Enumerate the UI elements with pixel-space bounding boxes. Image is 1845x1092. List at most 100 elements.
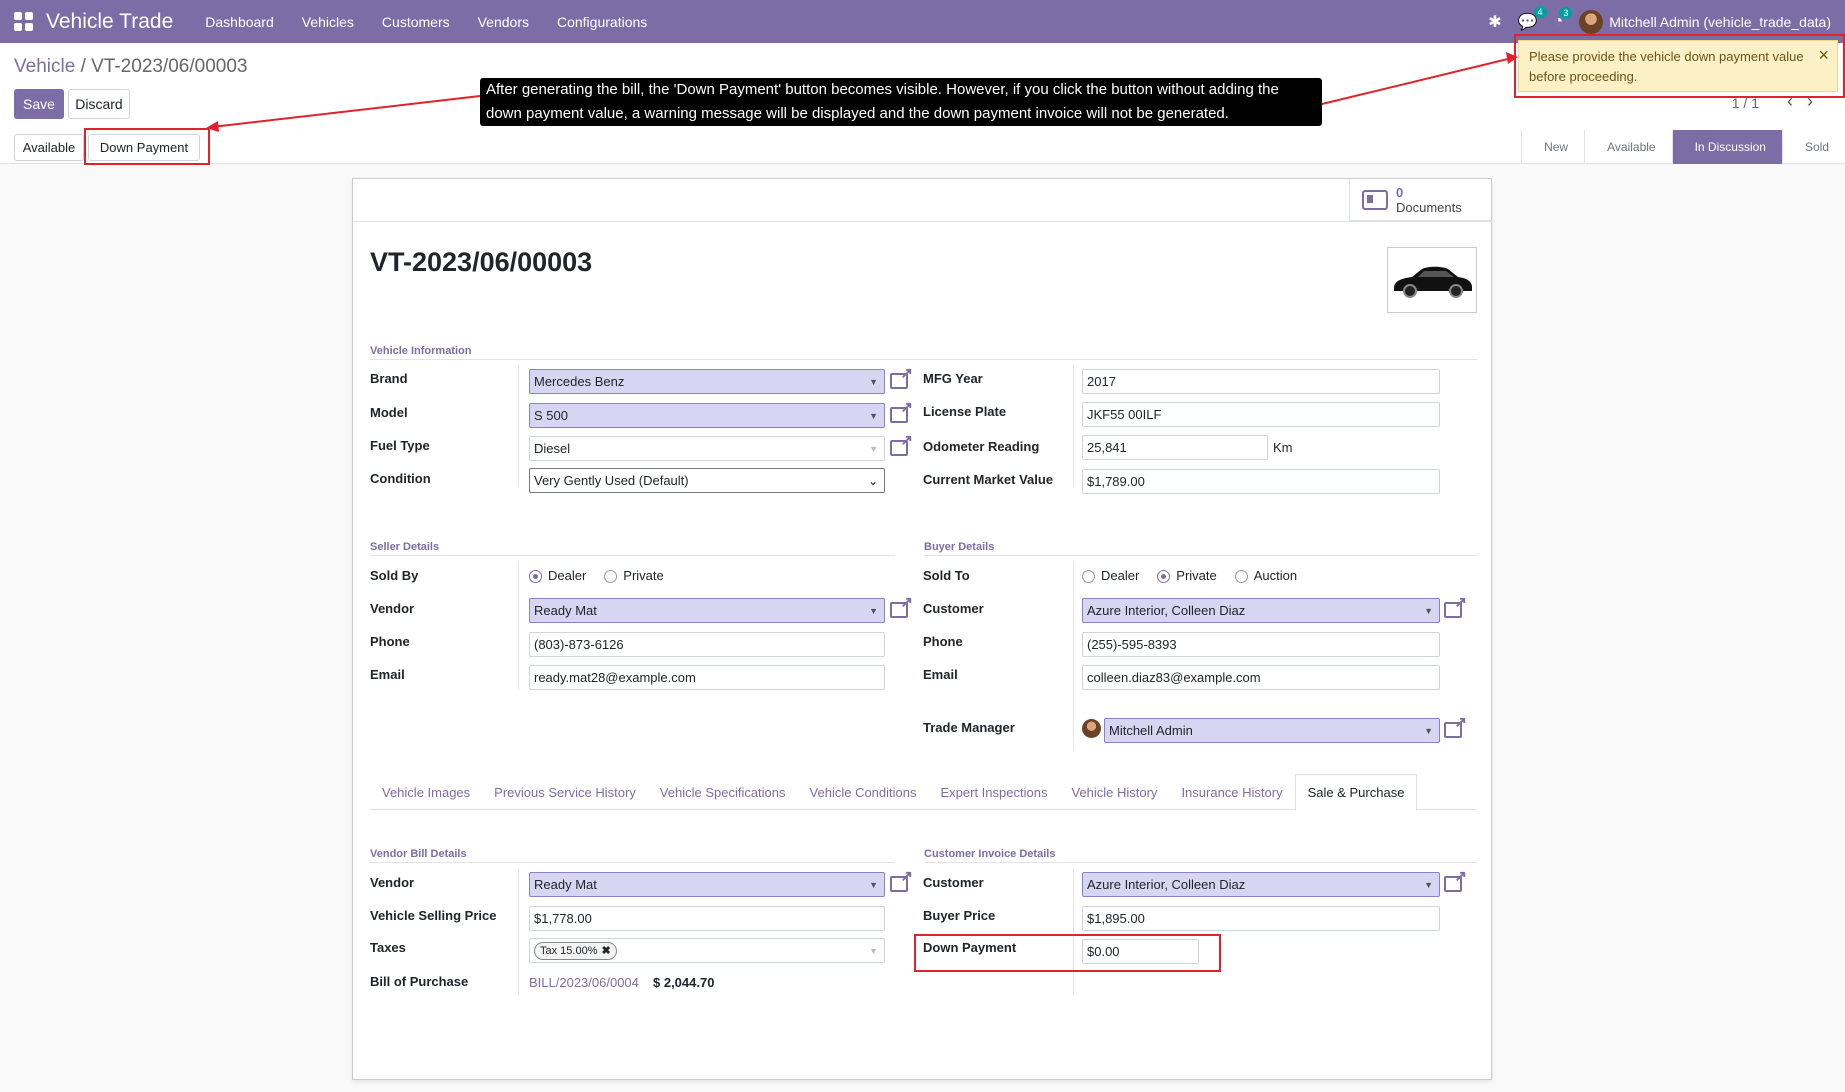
caret-down-icon: ▼ [869, 443, 878, 454]
buyer-details-title: Buyer Details [924, 541, 995, 553]
radio-dealer[interactable]: Dealer [1082, 568, 1140, 584]
menu-dashboard[interactable]: Dashboard [205, 14, 274, 30]
caret-down-icon: ▼ [869, 945, 878, 956]
radio-private-label: Private [623, 568, 664, 583]
annotation-tooltip: After generating the bill, the 'Down Pay… [480, 78, 1322, 126]
trade-manager-field[interactable]: Mitchell Admin ▼ [1104, 718, 1440, 743]
model-field[interactable]: S 500 ▼ [529, 403, 885, 428]
external-link-icon[interactable] [1444, 867, 1467, 892]
bill-of-purchase-label: Bill of Purchase [370, 974, 469, 989]
bill-vendor-field[interactable]: Ready Mat ▼ [529, 872, 885, 897]
tab-sale-purchase[interactable]: Sale & Purchase [1294, 774, 1418, 811]
documents-count: 0 [1396, 184, 1404, 200]
stage-available[interactable]: Available [1584, 130, 1671, 164]
buyer-customer-field[interactable]: Azure Interior, Colleen Diaz ▼ [1082, 598, 1440, 623]
brand-field[interactable]: Mercedes Benz ▼ [529, 369, 885, 394]
menu-vehicles[interactable]: Vehicles [302, 14, 354, 30]
stage-in-discussion[interactable]: In Discussion [1671, 130, 1782, 164]
license-plate-label: License Plate [923, 404, 1007, 419]
documents-smart-button[interactable]: 0 Documents [1349, 179, 1491, 221]
menu-vendors[interactable]: Vendors [478, 14, 529, 30]
divider [1073, 561, 1074, 751]
vehicle-info-title: Vehicle Information [370, 345, 472, 357]
radio-dealer[interactable]: Dealer [529, 568, 586, 584]
breadcrumb-parent[interactable]: Vehicle [14, 56, 75, 77]
stage-sold[interactable]: Sold [1781, 130, 1845, 164]
sold-to-radio-group: Dealer Private Auction [1082, 568, 1297, 584]
bug-icon[interactable]: ✱ [1488, 12, 1501, 32]
fuel-type-field[interactable]: Diesel ▼ [529, 436, 885, 461]
license-plate-field[interactable]: JKF55 00ILF [1082, 402, 1440, 427]
caret-down-icon: ▼ [869, 376, 878, 387]
tab-insurance-history[interactable]: Insurance History [1169, 774, 1294, 810]
buyer-customer-value: Azure Interior, Colleen Diaz [1087, 603, 1246, 618]
tax-tag: Tax 15.00% ✖ [534, 941, 617, 960]
radio-private[interactable]: Private [604, 568, 664, 584]
radio-private[interactable]: Private [1157, 568, 1217, 584]
apps-menu-icon[interactable] [14, 11, 34, 32]
close-icon[interactable]: ✖ [601, 944, 610, 957]
radio-dealer-label: Dealer [1101, 568, 1140, 583]
buyer-customer-label: Customer [923, 601, 984, 616]
fuel-type-label: Fuel Type [370, 438, 430, 453]
manager-avatar [1082, 719, 1101, 738]
divider [518, 869, 519, 995]
invoice-customer-field[interactable]: Azure Interior, Colleen Diaz ▼ [1082, 872, 1440, 897]
radio-auction[interactable]: Auction [1234, 568, 1297, 584]
save-button[interactable]: Save [14, 89, 64, 119]
caret-down-icon: ▼ [869, 605, 878, 616]
caret-down-icon: ▼ [869, 879, 878, 890]
caret-down-icon: ▼ [869, 410, 878, 421]
external-link-icon[interactable] [890, 867, 913, 892]
market-value-field[interactable]: $1,789.00 [1082, 469, 1440, 494]
external-link-icon[interactable] [890, 398, 913, 423]
chat-count-badge: 4 [1533, 5, 1547, 18]
breadcrumb: Vehicle / VT-2023/06/00003 [14, 56, 247, 78]
chat-icon[interactable]: 💬 4 [1518, 5, 1547, 32]
external-link-icon[interactable] [890, 431, 913, 456]
external-link-icon[interactable] [890, 364, 913, 389]
buyer-phone-field[interactable]: (255)-595-8393 [1082, 632, 1440, 657]
sold-by-label: Sold By [370, 568, 419, 583]
taxes-field[interactable]: Tax 15.00% ✖ ▼ [529, 938, 885, 963]
discard-button[interactable]: Discard [68, 89, 130, 119]
tab-vehicle-specifications[interactable]: Vehicle Specifications [648, 774, 798, 810]
selling-price-field[interactable]: $1,778.00 [529, 906, 885, 931]
available-button[interactable]: Available [14, 134, 84, 161]
brand-value: Mercedes Benz [534, 374, 625, 389]
mfg-year-field[interactable]: 2017 [1082, 369, 1440, 394]
external-link-icon[interactable] [890, 593, 913, 618]
seller-vendor-field[interactable]: Ready Mat ▼ [529, 598, 885, 623]
seller-details-title: Seller Details [370, 541, 440, 553]
invoice-customer-label: Customer [923, 875, 984, 890]
external-link-icon[interactable] [1444, 713, 1467, 738]
vehicle-image[interactable] [1387, 247, 1477, 313]
buyer-price-field[interactable]: $1,895.00 [1082, 906, 1440, 931]
menu-configurations[interactable]: Configurations [557, 14, 647, 30]
user-menu[interactable]: Mitchell Admin (vehicle_trade_data) [1579, 9, 1831, 34]
condition-select[interactable]: Very Gently Used (Default) ⌄ [529, 468, 885, 493]
seller-phone-field[interactable]: (803)-873-6126 [529, 632, 885, 657]
tab-vehicle-images[interactable]: Vehicle Images [370, 774, 482, 810]
odometer-field[interactable]: 25,841 [1082, 435, 1268, 460]
buyer-email-field[interactable]: colleen.diaz83@example.com [1082, 665, 1440, 690]
bill-of-purchase-link[interactable]: BILL/2023/06/0004 [529, 975, 639, 990]
tab-vehicle-history[interactable]: Vehicle History [1059, 774, 1169, 810]
menu-customers[interactable]: Customers [382, 14, 450, 30]
condition-value: Very Gently Used (Default) [534, 473, 689, 488]
radio-unchecked-icon [1082, 570, 1095, 584]
external-link-icon[interactable] [1444, 593, 1467, 618]
tab-vehicle-conditions[interactable]: Vehicle Conditions [798, 774, 929, 810]
divider [1073, 869, 1074, 995]
tab-previous-service-history[interactable]: Previous Service History [482, 774, 648, 810]
tab-expert-inspections[interactable]: Expert Inspections [929, 774, 1060, 810]
activity-clock-icon[interactable]: ◔ 3 [1554, 6, 1573, 31]
bill-vendor-label: Vendor [370, 875, 415, 890]
sold-by-radio-group: Dealer Private [529, 568, 664, 584]
brand-label: Brand [370, 371, 408, 386]
close-icon[interactable]: × [1818, 45, 1829, 65]
seller-email-field[interactable]: ready.mat28@example.com [529, 665, 885, 690]
app-brand[interactable]: Vehicle Trade [46, 10, 173, 34]
radio-checked-icon [1157, 570, 1171, 584]
stage-new[interactable]: New [1521, 130, 1584, 164]
